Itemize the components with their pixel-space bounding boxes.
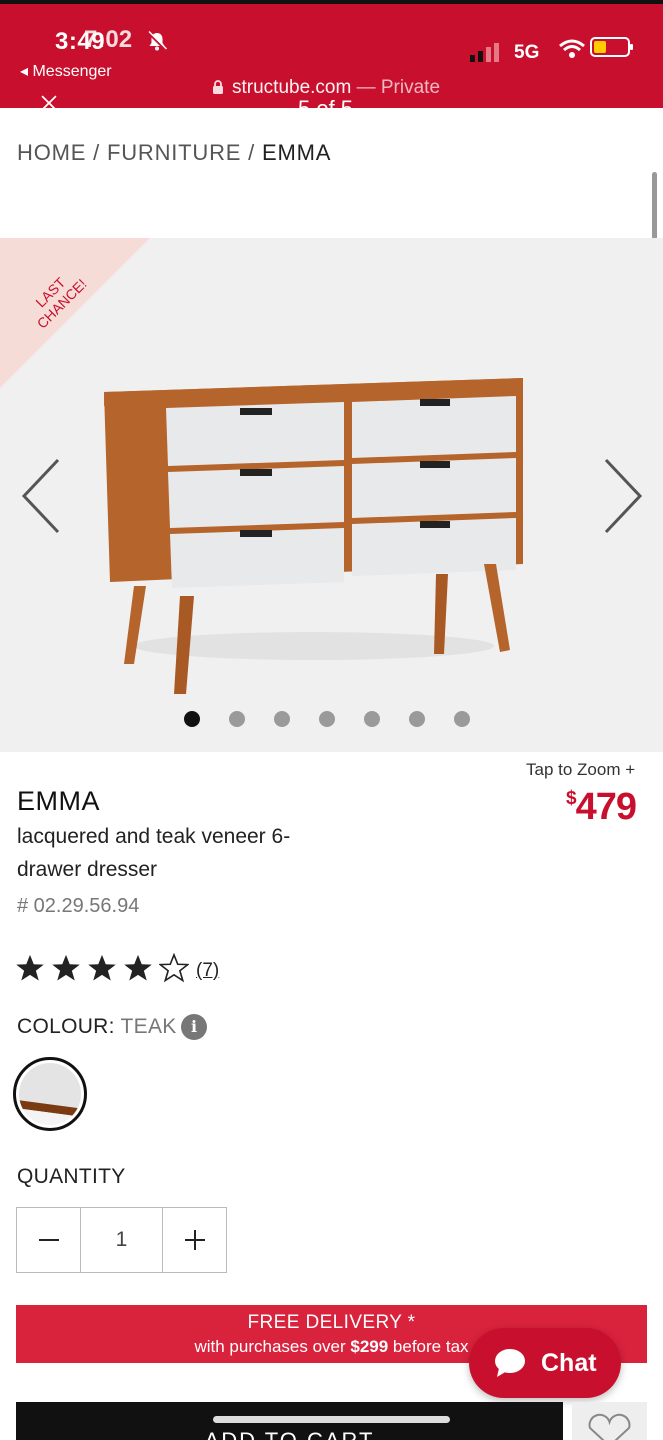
rating-stars — [15, 953, 189, 983]
tap-to-zoom[interactable]: Tap to Zoom + — [526, 760, 635, 780]
battery-icon — [590, 37, 633, 57]
slide-dot[interactable] — [319, 711, 335, 727]
plus-icon — [184, 1230, 205, 1250]
slide-dot[interactable] — [364, 711, 380, 727]
wifi-icon — [559, 39, 585, 58]
teak-swatch-image — [19, 1063, 81, 1125]
heart-icon — [588, 1413, 631, 1440]
colour-swatch-teak[interactable] — [13, 1057, 87, 1131]
delivery-threshold: $299 — [350, 1337, 389, 1356]
breadcrumb-home[interactable]: HOME — [17, 140, 86, 165]
add-to-cart-label: ADD TO CART — [16, 1428, 563, 1440]
home-indicator — [213, 1416, 450, 1423]
product-sku: # 02.29.56.94 — [17, 895, 140, 917]
quantity-label: QUANTITY — [17, 1165, 126, 1188]
slide-dot[interactable] — [454, 711, 470, 727]
product-description: lacquered and teak veneer 6-drawer dress… — [17, 825, 291, 881]
image-pager-count: 5 of 5 — [298, 96, 354, 112]
star-empty-icon — [159, 953, 189, 983]
slide-dot[interactable] — [409, 711, 425, 727]
breadcrumb-separator: / — [241, 140, 263, 165]
wishlist-button[interactable] — [572, 1402, 647, 1440]
breadcrumb: HOME / FURNITURE / EMMA — [17, 140, 331, 166]
star-filled-icon — [16, 954, 44, 981]
breadcrumb-separator: / — [86, 140, 107, 165]
price-amount: 479 — [575, 786, 637, 828]
product-name: EMMA — [17, 786, 100, 816]
product-image-gallery[interactable]: LAST CHANCE! — [0, 238, 663, 752]
colour-label: COLOUR: TEAK — [17, 1015, 177, 1039]
minus-icon — [38, 1239, 59, 1241]
star-filled-icon — [124, 954, 152, 981]
delivery-prefix: with purchases over — [194, 1337, 351, 1356]
colour-label-text: COLOUR: — [17, 1015, 121, 1038]
slide-dot[interactable] — [229, 711, 245, 727]
increase-quantity-button[interactable] — [163, 1208, 226, 1272]
browser-header: 3:49 7:02 ◂ Messenger 5G structube.com —… — [0, 0, 663, 112]
private-label: — Private — [351, 77, 441, 98]
muted-bell-icon — [146, 30, 168, 52]
status-time-overlap: 7:02 — [84, 26, 133, 53]
colour-value: TEAK — [120, 1015, 177, 1038]
price-currency: $ — [566, 788, 577, 809]
breadcrumb-furniture[interactable]: FURNITURE — [107, 140, 241, 165]
chat-label: Chat — [541, 1348, 597, 1377]
back-to-messenger[interactable]: ◂ Messenger — [20, 61, 112, 81]
review-count-link[interactable]: (7) — [196, 960, 219, 982]
chat-bubble-icon — [495, 1349, 525, 1377]
signal-icon — [470, 43, 499, 62]
close-icon[interactable] — [36, 94, 62, 112]
dresser-product-image — [104, 378, 523, 694]
delivery-suffix: before tax — [388, 1337, 469, 1356]
slide-dot[interactable] — [184, 711, 200, 727]
url-text: structube.com — [232, 77, 352, 98]
chevron-left-icon[interactable] — [18, 456, 66, 536]
slide-dots — [184, 711, 470, 727]
product-price: $479 — [566, 786, 637, 829]
slide-dot[interactable] — [274, 711, 290, 727]
star-filled-icon — [88, 954, 116, 981]
quantity-input[interactable]: 1 — [80, 1208, 163, 1272]
star-filled-icon — [52, 954, 80, 981]
lock-icon — [213, 80, 223, 94]
chat-button[interactable]: Chat — [469, 1328, 621, 1398]
info-icon[interactable]: i — [181, 1014, 207, 1040]
decrease-quantity-button[interactable] — [17, 1208, 80, 1272]
breadcrumb-current: EMMA — [262, 140, 332, 165]
quantity-stepper: 1 — [16, 1207, 227, 1273]
chevron-right-icon[interactable] — [598, 456, 646, 536]
network-type: 5G — [514, 42, 540, 63]
